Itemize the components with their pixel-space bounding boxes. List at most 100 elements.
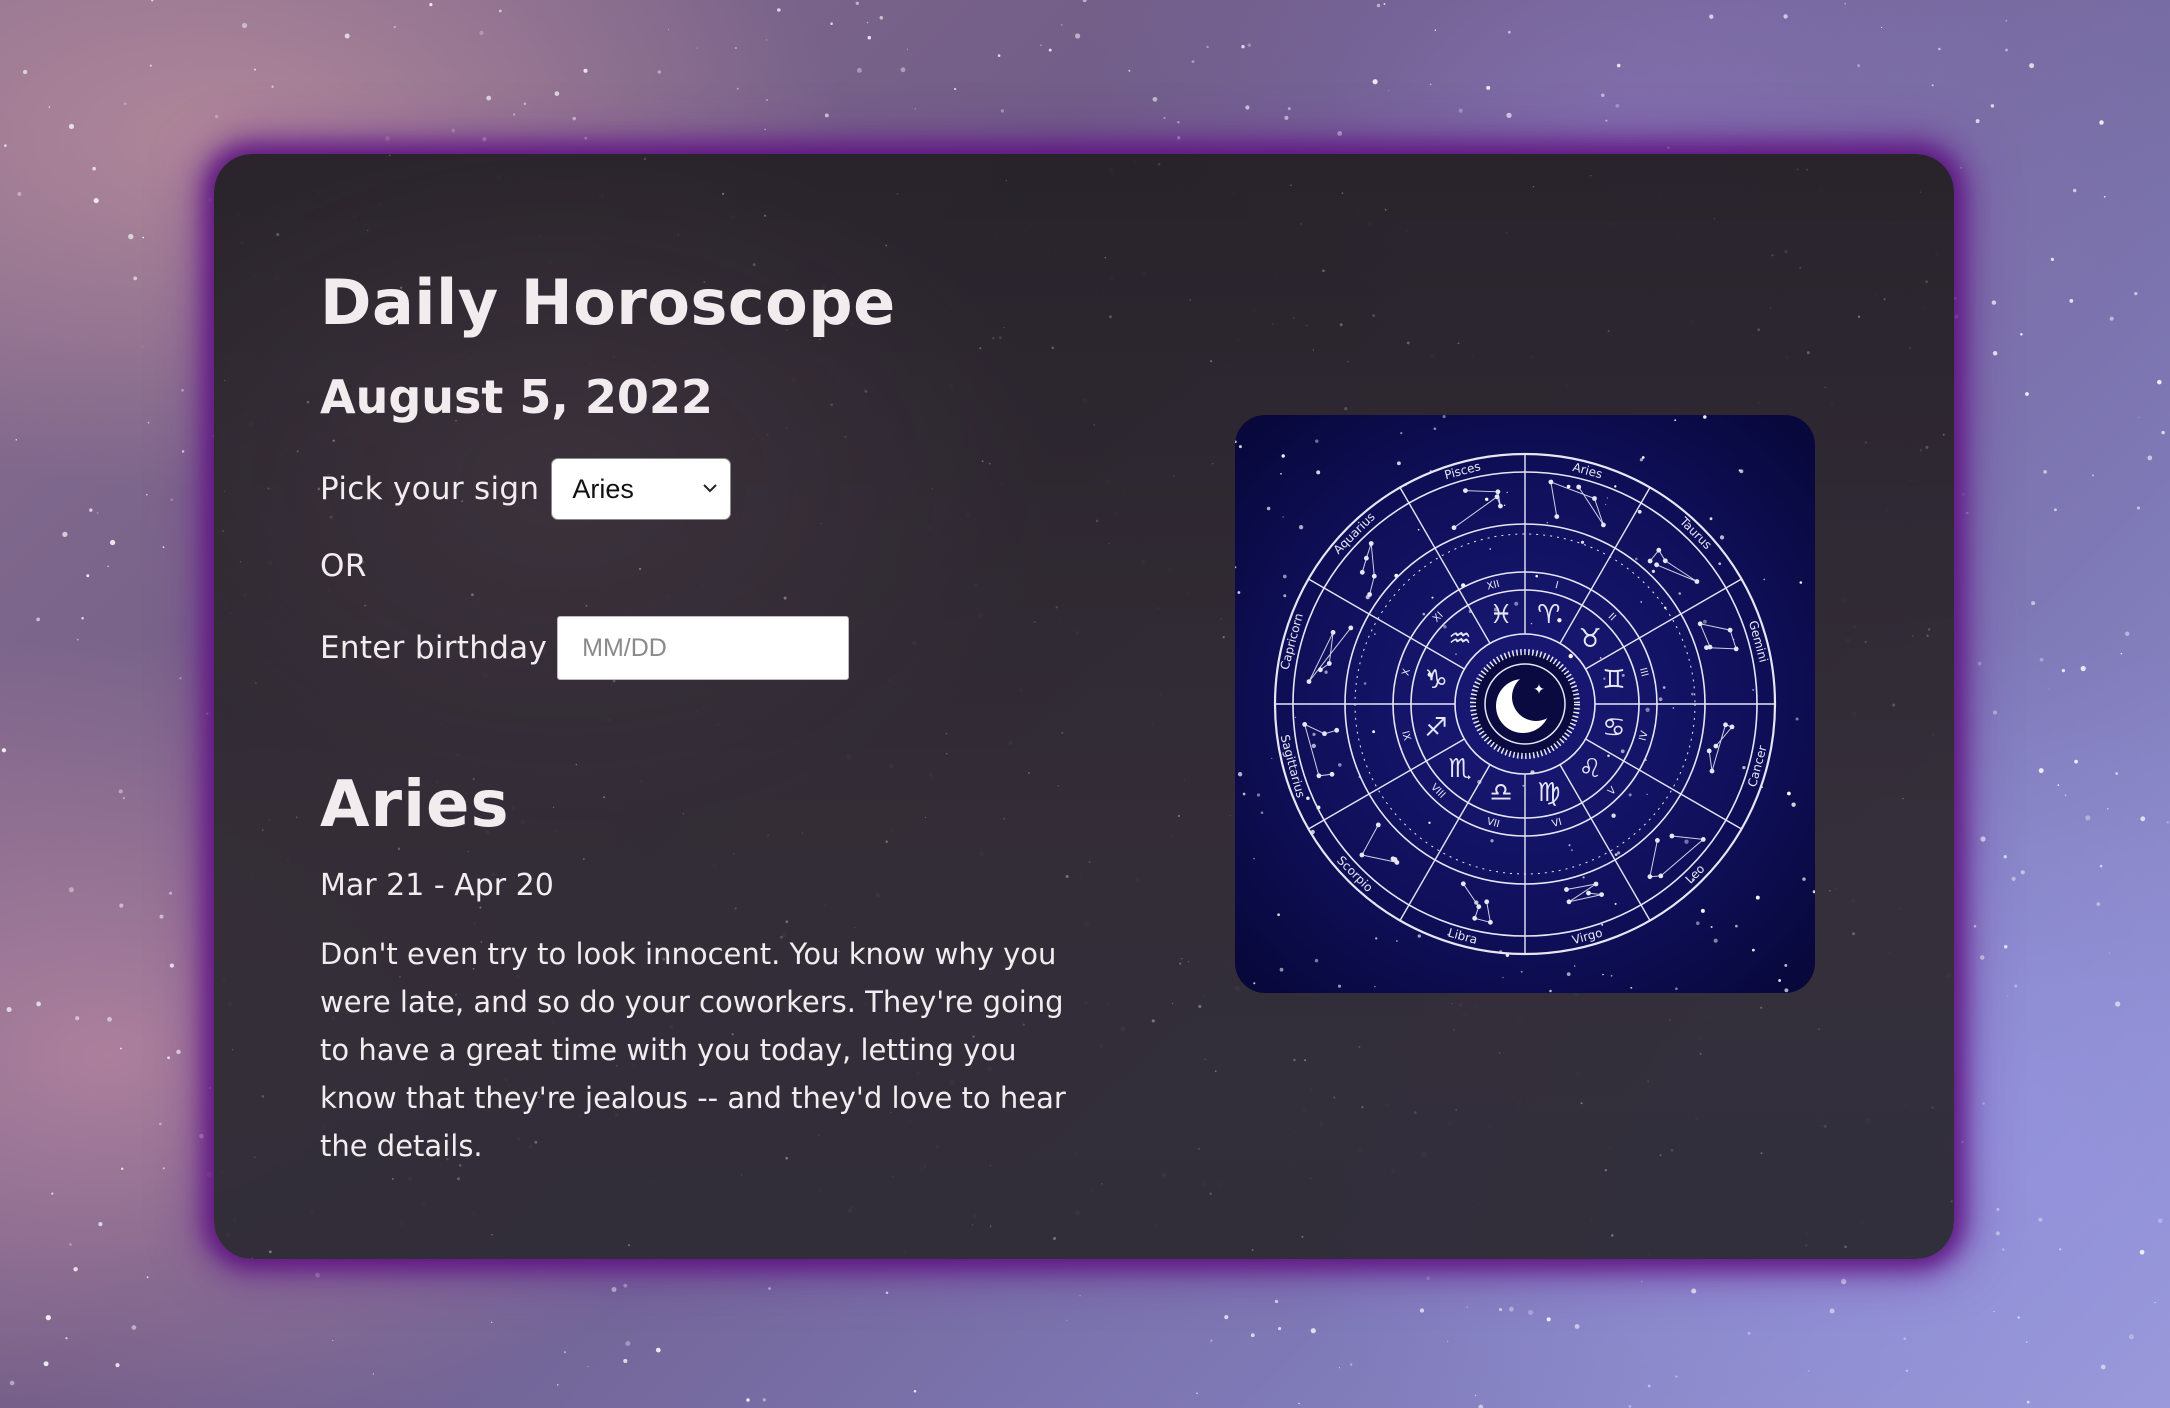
star xyxy=(1938,47,1941,51)
wheel-constellation-star xyxy=(1302,722,1308,727)
star xyxy=(864,390,868,393)
star xyxy=(2080,665,2086,672)
wheel-constellation-star xyxy=(1460,881,1466,887)
star xyxy=(992,336,995,340)
star xyxy=(2025,392,2029,396)
star xyxy=(1163,116,1166,120)
wheel-spoke xyxy=(1559,764,1651,921)
wheel-star xyxy=(1799,581,1803,584)
wheel-star xyxy=(1235,440,1237,444)
star xyxy=(1229,815,1231,817)
star xyxy=(2085,815,2091,821)
wheel-glyph: ♌ xyxy=(1578,754,1601,784)
wheel-star xyxy=(1503,504,1506,507)
star xyxy=(1304,1059,1307,1062)
star xyxy=(1247,43,1252,47)
star xyxy=(1341,192,1344,195)
wheel-star xyxy=(1700,908,1705,913)
wheel-star xyxy=(1678,592,1681,595)
wheel-star xyxy=(1311,743,1316,749)
horoscope-card: Daily Horoscope August 5, 2022 Pick your… xyxy=(214,154,1954,1259)
star xyxy=(766,433,769,436)
star xyxy=(1990,104,1995,108)
star xyxy=(844,435,847,438)
star xyxy=(1580,1102,1583,1105)
wheel-star xyxy=(1443,625,1447,629)
star xyxy=(170,498,174,502)
wheel-constellation-star xyxy=(1494,494,1500,500)
star xyxy=(1960,166,1963,169)
star xyxy=(763,214,767,217)
wheel-constellation-star xyxy=(1329,771,1335,777)
star xyxy=(1209,1192,1213,1196)
star xyxy=(2031,601,2036,606)
star xyxy=(81,617,84,620)
star xyxy=(479,906,482,909)
sign-select[interactable]: Aries xyxy=(551,458,732,520)
zodiac-wheel-image: Pisces XII ♓ Aries I ♈ Taurus II ♉ Gemini III ♊ Canc… xyxy=(1235,415,1815,993)
star xyxy=(1747,1331,1751,1335)
wheel-constellation-star xyxy=(1593,881,1599,887)
star xyxy=(142,346,144,348)
star xyxy=(75,1016,80,1021)
star xyxy=(451,128,456,133)
star xyxy=(96,512,99,514)
star xyxy=(2020,870,2025,875)
star xyxy=(1980,836,1986,842)
wheel-star xyxy=(1566,972,1571,977)
star xyxy=(1300,223,1302,225)
wheel-star xyxy=(1422,612,1426,616)
birthday-input[interactable] xyxy=(557,616,850,680)
star xyxy=(1669,1019,1671,1021)
star xyxy=(1251,1248,1254,1251)
star xyxy=(1993,1310,1995,1313)
wheel-spoke xyxy=(1308,578,1465,670)
star xyxy=(457,1177,460,1181)
star xyxy=(142,236,145,239)
star xyxy=(1993,710,1997,715)
star xyxy=(241,22,248,29)
wheel-glyph: ♏ xyxy=(1448,754,1471,784)
star xyxy=(1805,1244,1808,1247)
wheel-constellation-star xyxy=(1330,630,1336,635)
star xyxy=(1196,1392,1198,1395)
star xyxy=(1048,48,1052,52)
star xyxy=(1384,208,1387,211)
wheel-numeral: I xyxy=(1554,580,1560,591)
star xyxy=(623,1283,628,1288)
star xyxy=(612,679,616,683)
star xyxy=(1474,1394,1477,1397)
star xyxy=(1177,814,1180,818)
star xyxy=(2029,63,2035,69)
star xyxy=(1179,962,1182,965)
star xyxy=(896,192,899,195)
wheel-star xyxy=(1277,913,1280,917)
star xyxy=(582,858,585,860)
star xyxy=(1852,932,1855,936)
star xyxy=(931,488,933,490)
star xyxy=(2014,984,2018,988)
star xyxy=(682,813,684,815)
star xyxy=(1180,957,1183,960)
star xyxy=(98,1222,103,1227)
wheel-constellation xyxy=(1699,623,1737,650)
star xyxy=(119,903,124,908)
star xyxy=(785,920,789,924)
star xyxy=(1647,1384,1651,1388)
star xyxy=(120,1047,122,1050)
star xyxy=(296,450,299,453)
star xyxy=(587,1365,589,1368)
wheel-star xyxy=(1372,730,1375,734)
star xyxy=(254,682,257,685)
star xyxy=(1079,1295,1081,1297)
wheel-star xyxy=(1235,566,1237,569)
wheel-glyph: ♊ xyxy=(1602,665,1625,695)
wheel-star xyxy=(1237,591,1241,594)
star xyxy=(45,1314,51,1321)
star xyxy=(1528,1309,1534,1315)
star xyxy=(783,596,787,600)
star xyxy=(1301,1235,1304,1238)
star xyxy=(92,166,96,171)
star xyxy=(2003,855,2007,859)
wheel-spoke xyxy=(1559,487,1651,644)
